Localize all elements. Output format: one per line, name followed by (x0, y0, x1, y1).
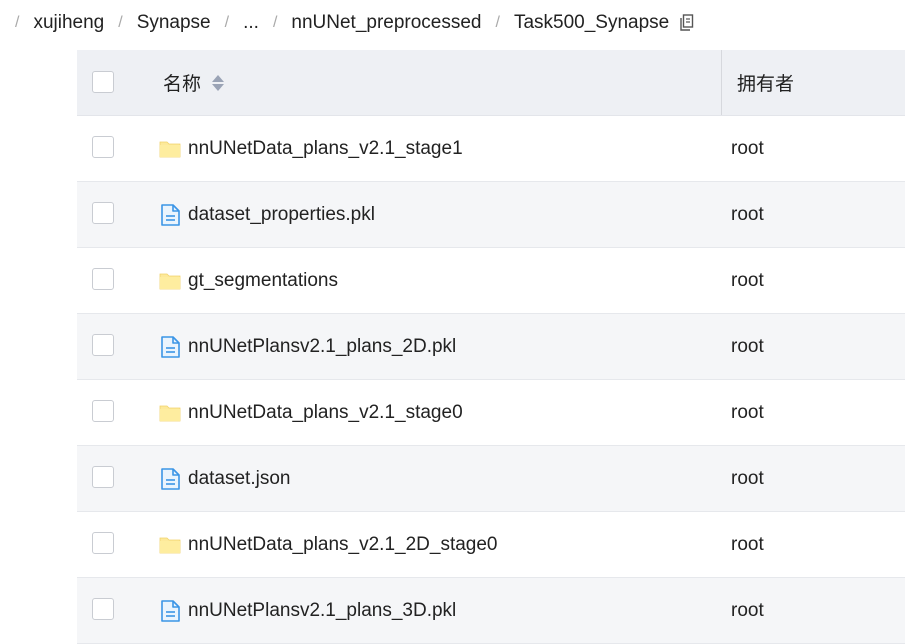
folder-icon (159, 273, 181, 289)
table-header: 名称 拥有者 (77, 50, 905, 116)
sort-icon[interactable] (211, 73, 225, 93)
breadcrumb: / xujiheng / Synapse / ... / nnUNet_prep… (0, 0, 905, 46)
file-name[interactable]: nnUNetPlansv2.1_plans_3D.pkl (188, 600, 456, 622)
file-name-cell[interactable]: dataset.json (159, 468, 290, 490)
row-checkbox[interactable] (92, 268, 114, 290)
row-checkbox[interactable] (92, 136, 114, 158)
select-all-checkbox[interactable] (92, 71, 114, 93)
file-table: 名称 拥有者 nnUNetData_plans_v2.1_stage1 root d… (77, 50, 905, 644)
breadcrumb-separator: / (224, 14, 230, 31)
breadcrumb-item-nnunet-preprocessed[interactable]: nnUNet_preprocessed (291, 12, 481, 34)
file-icon (161, 335, 180, 358)
owner-cell: root (731, 401, 764, 423)
owner-cell: root (731, 467, 764, 489)
table-row[interactable]: dataset.json root (77, 446, 905, 512)
column-header-name[interactable]: 名称 (163, 69, 225, 96)
folder-icon (159, 141, 181, 157)
breadcrumb-separator: / (118, 14, 123, 31)
row-checkbox[interactable] (92, 532, 114, 554)
breadcrumb-separator: / (272, 14, 278, 31)
file-icon (161, 203, 180, 226)
table-body: nnUNetData_plans_v2.1_stage1 root dataset_… (77, 116, 905, 644)
table-row[interactable]: nnUNetData_plans_v2.1_stage1 root (77, 116, 905, 182)
table-row[interactable]: gt_segmentations root (77, 248, 905, 314)
file-name-cell[interactable]: dataset_properties.pkl (159, 204, 375, 226)
row-checkbox[interactable] (92, 334, 114, 356)
file-name-cell[interactable]: nnUNetData_plans_v2.1_stage0 (159, 402, 463, 424)
folder-icon (159, 405, 181, 421)
breadcrumb-item-xujiheng[interactable]: xujiheng (33, 12, 104, 34)
folder-icon (159, 537, 181, 553)
breadcrumb-separator: / (495, 14, 500, 31)
file-name[interactable]: nnUNetData_plans_v2.1_stage0 (188, 402, 463, 424)
breadcrumb-separator: / (15, 14, 20, 31)
column-header-owner[interactable]: 拥有者 (737, 69, 794, 96)
file-icon (161, 467, 180, 490)
breadcrumb-item-synapse[interactable]: Synapse (137, 12, 211, 34)
file-name-cell[interactable]: nnUNetData_plans_v2.1_2D_stage0 (159, 534, 498, 556)
file-name[interactable]: dataset.json (188, 468, 290, 490)
owner-cell: root (731, 137, 764, 159)
column-header-name-label: 名称 (163, 74, 202, 95)
table-row[interactable]: dataset_properties.pkl root (77, 182, 905, 248)
breadcrumb-item-current: Task500_Synapse (513, 12, 670, 33)
file-name[interactable]: nnUNetData_plans_v2.1_stage1 (188, 138, 463, 160)
row-checkbox[interactable] (92, 466, 114, 488)
copy-path-icon[interactable] (679, 14, 695, 32)
file-name-cell[interactable]: gt_segmentations (159, 270, 338, 292)
owner-cell: root (731, 533, 764, 555)
row-checkbox[interactable] (92, 598, 114, 620)
file-name[interactable]: dataset_properties.pkl (188, 204, 375, 226)
owner-cell: root (731, 599, 764, 621)
file-name-cell[interactable]: nnUNetPlansv2.1_plans_2D.pkl (159, 336, 456, 358)
file-name-cell[interactable]: nnUNetPlansv2.1_plans_3D.pkl (159, 600, 456, 622)
file-name[interactable]: nnUNetPlansv2.1_plans_2D.pkl (188, 336, 456, 358)
owner-cell: root (731, 269, 764, 291)
table-row[interactable]: nnUNetData_plans_v2.1_2D_stage0 root (77, 512, 905, 578)
column-divider[interactable] (721, 50, 722, 115)
table-row[interactable]: nnUNetPlansv2.1_plans_3D.pkl root (77, 578, 905, 644)
row-checkbox[interactable] (92, 400, 114, 422)
row-checkbox[interactable] (92, 202, 114, 224)
breadcrumb-item-ellipsis[interactable]: ... (243, 12, 259, 34)
file-icon (161, 599, 180, 622)
owner-cell: root (731, 335, 764, 357)
file-name-cell[interactable]: nnUNetData_plans_v2.1_stage1 (159, 138, 463, 160)
file-name[interactable]: nnUNetData_plans_v2.1_2D_stage0 (188, 534, 498, 556)
owner-cell: root (731, 203, 764, 225)
table-row[interactable]: nnUNetPlansv2.1_plans_2D.pkl root (77, 314, 905, 380)
file-name[interactable]: gt_segmentations (188, 270, 338, 292)
table-row[interactable]: nnUNetData_plans_v2.1_stage0 root (77, 380, 905, 446)
